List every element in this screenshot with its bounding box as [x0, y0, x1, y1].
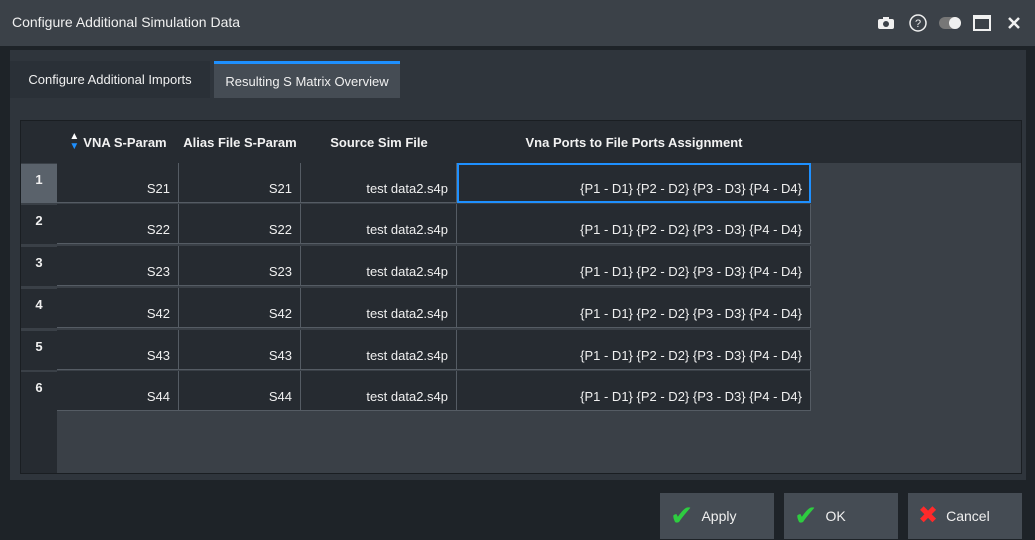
cancel-button[interactable]: ✖ Cancel	[908, 493, 1022, 539]
tab-configure-additional-imports[interactable]: Configure Additional Imports	[10, 61, 210, 98]
window-title: Configure Additional Simulation Data	[12, 14, 241, 30]
row-header[interactable]: 1	[21, 163, 57, 203]
corner-header	[21, 121, 58, 163]
cell-vna-s-param[interactable]: S22	[57, 204, 179, 244]
ok-label: OK	[825, 508, 846, 524]
row-header[interactable]: 4	[21, 288, 57, 328]
close-icon[interactable]	[1001, 10, 1027, 36]
cell-alias-s-param[interactable]: S23	[179, 246, 301, 286]
cell-source-file[interactable]: test data2.s4p	[301, 330, 457, 370]
tab-resulting-s-matrix-overview[interactable]: Resulting S Matrix Overview	[214, 61, 400, 98]
column-header-port-assignment[interactable]: Vna Ports to File Ports Assignment	[457, 121, 812, 163]
cell-port-assignment[interactable]: {P1 - D1} {P2 - D2} {P3 - D3} {P4 - D4}	[457, 288, 811, 328]
cell-source-file[interactable]: test data2.s4p	[301, 204, 457, 244]
svg-text:?: ?	[915, 18, 921, 30]
cell-vna-s-param[interactable]: S44	[57, 371, 179, 411]
titlebar-icons: ?	[873, 10, 1027, 36]
column-header-label: Alias File S-Param	[183, 134, 297, 150]
maximize-icon[interactable]	[969, 10, 995, 36]
toggle-icon[interactable]	[937, 10, 963, 36]
cell-vna-s-param[interactable]: S23	[57, 246, 179, 286]
cancel-label: Cancel	[946, 508, 990, 524]
column-header-label: VNA S-Param	[83, 134, 167, 150]
apply-button[interactable]: ✔ Apply	[660, 493, 774, 539]
row-header[interactable]: 6	[21, 371, 57, 411]
cell-port-assignment[interactable]: {P1 - D1} {P2 - D2} {P3 - D3} {P4 - D4}	[457, 330, 811, 370]
cell-vna-s-param[interactable]: S43	[57, 330, 179, 370]
window-titlebar: Configure Additional Simulation Data ?	[0, 0, 1035, 46]
row-header-filler	[21, 411, 57, 473]
cell-alias-s-param[interactable]: S44	[179, 371, 301, 411]
camera-icon[interactable]	[873, 10, 899, 36]
cell-source-file[interactable]: test data2.s4p	[301, 246, 457, 286]
tab-label: Configure Additional Imports	[28, 72, 192, 87]
cell-port-assignment[interactable]: {P1 - D1} {P2 - D2} {P3 - D3} {P4 - D4}	[457, 204, 811, 244]
tab-panel: Configure Additional Imports Resulting S…	[10, 50, 1026, 480]
cell-source-file[interactable]: test data2.s4p	[301, 288, 457, 328]
column-header-vna-s-param[interactable]: ▲ ▼ VNA S-Param	[57, 121, 180, 163]
check-icon: ✔	[794, 500, 818, 531]
sort-icon[interactable]: ▲ ▼	[69, 132, 79, 152]
cell-port-assignment[interactable]: {P1 - D1} {P2 - D2} {P3 - D3} {P4 - D4}	[457, 163, 811, 203]
row-header[interactable]: 2	[21, 204, 57, 244]
cell-alias-s-param[interactable]: S43	[179, 330, 301, 370]
cell-source-file[interactable]: test data2.s4p	[301, 163, 457, 203]
help-icon[interactable]: ?	[905, 10, 931, 36]
cell-alias-s-param[interactable]: S42	[179, 288, 301, 328]
s-matrix-table: ▲ ▼ VNA S-Param Alias File S-Param Source…	[20, 120, 1022, 474]
cell-vna-s-param[interactable]: S21	[57, 163, 179, 203]
empty-header	[811, 121, 1021, 163]
cancel-x-icon: ✖	[918, 502, 939, 529]
apply-label: Apply	[701, 508, 737, 524]
column-header-alias-file-s-param[interactable]: Alias File S-Param	[179, 121, 302, 163]
cell-alias-s-param[interactable]: S22	[179, 204, 301, 244]
cell-alias-s-param[interactable]: S21	[179, 163, 301, 203]
row-header[interactable]: 5	[21, 330, 57, 370]
tab-label: Resulting S Matrix Overview	[225, 73, 389, 89]
check-icon: ✔	[670, 500, 694, 531]
ok-button[interactable]: ✔ OK	[784, 493, 898, 539]
cell-vna-s-param[interactable]: S42	[57, 288, 179, 328]
column-header-source-sim-file[interactable]: Source Sim File	[301, 121, 458, 163]
cell-port-assignment[interactable]: {P1 - D1} {P2 - D2} {P3 - D3} {P4 - D4}	[457, 371, 811, 411]
cell-source-file[interactable]: test data2.s4p	[301, 371, 457, 411]
row-header[interactable]: 3	[21, 246, 57, 286]
column-header-label: Source Sim File	[330, 134, 428, 150]
cell-port-assignment[interactable]: {P1 - D1} {P2 - D2} {P3 - D3} {P4 - D4}	[457, 246, 811, 286]
column-header-label: Vna Ports to File Ports Assignment	[525, 134, 743, 150]
